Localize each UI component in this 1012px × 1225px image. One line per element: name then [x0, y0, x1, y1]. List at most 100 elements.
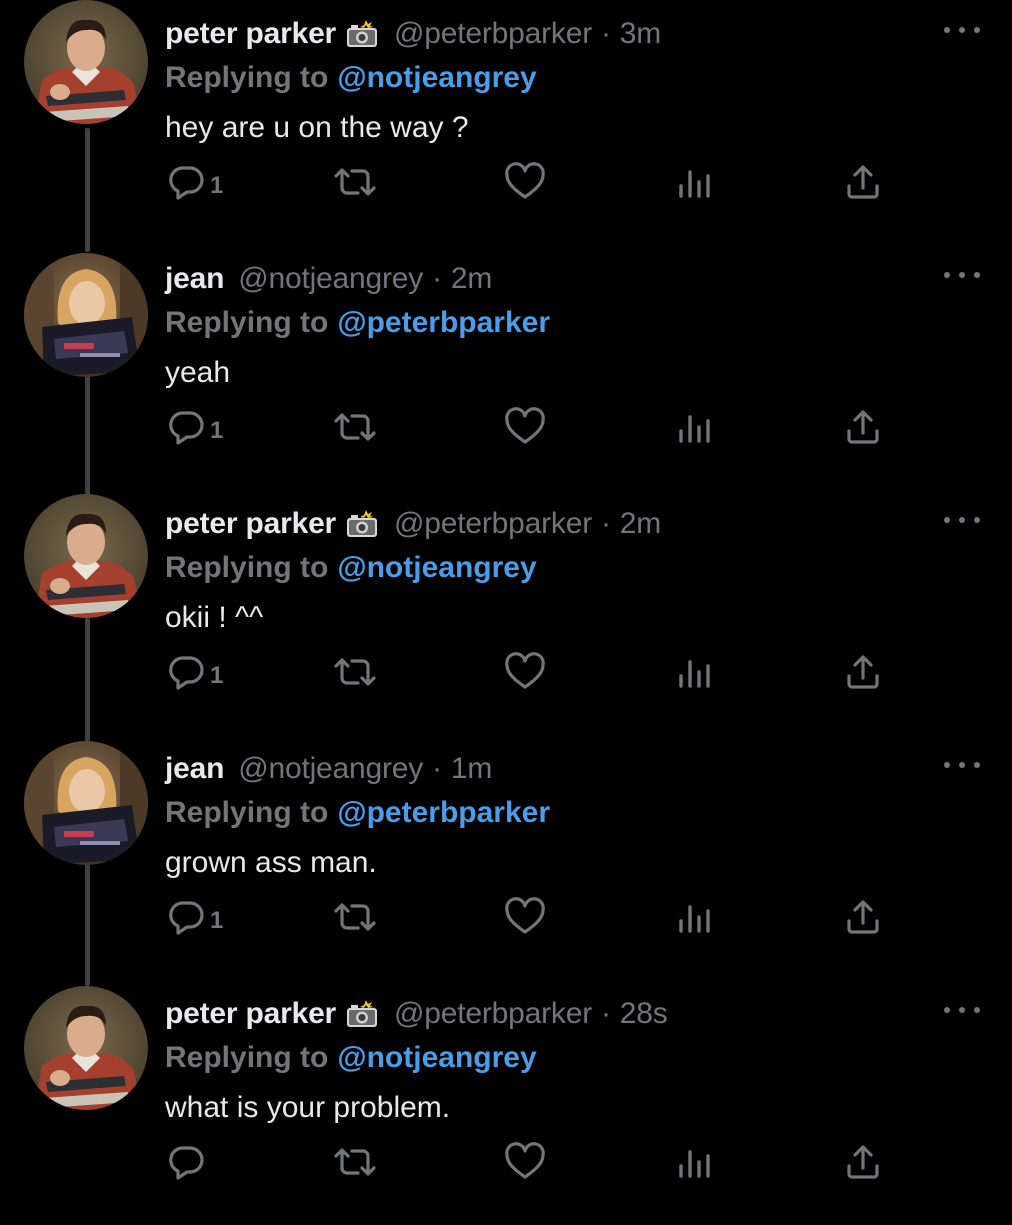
tweet-header: peter parker @peterbparker · 3m	[165, 12, 661, 56]
share-button[interactable]	[844, 895, 882, 939]
user-handle[interactable]: @peterbparker	[394, 997, 592, 1031]
reply-icon	[169, 411, 204, 445]
mention-link[interactable]: @notjeangrey	[337, 551, 536, 585]
retweet-button[interactable]	[332, 1140, 378, 1184]
tweet-text: okii ! ^^	[165, 601, 264, 634]
replying-label: Replying to	[165, 61, 329, 94]
replying-label: Replying to	[165, 551, 329, 584]
share-icon	[847, 410, 879, 444]
avatar[interactable]	[24, 986, 148, 1110]
avatar[interactable]	[24, 253, 148, 377]
timestamp[interactable]: 28s	[620, 997, 668, 1031]
avatar[interactable]	[24, 0, 148, 124]
more-icon[interactable]	[944, 1000, 980, 1020]
share-button[interactable]	[844, 1140, 882, 1184]
analytics-icon	[679, 660, 710, 688]
mention-link[interactable]: @notjeangrey	[337, 61, 536, 95]
reply-count: 1	[210, 907, 224, 934]
reply-button[interactable]: 1	[166, 650, 223, 694]
like-icon	[505, 407, 545, 444]
timestamp[interactable]: 2m	[451, 262, 492, 296]
reply-button[interactable]: 1	[166, 405, 223, 449]
timestamp[interactable]: 3m	[620, 17, 661, 51]
tweet[interactable]: peter parker @peterbparker · 28s Replyin…	[0, 980, 1012, 1225]
user-handle[interactable]: @notjeangrey	[238, 752, 423, 786]
avatar[interactable]	[24, 741, 148, 865]
more-icon[interactable]	[944, 755, 980, 775]
like-icon	[505, 1142, 545, 1179]
tweet-text: hey are u on the way ?	[165, 111, 469, 144]
tweet-text: grown ass man.	[165, 846, 377, 879]
display-name[interactable]: peter parker	[165, 507, 336, 541]
retweet-icon	[334, 903, 376, 931]
tweet-header: jean @notjeangrey · 1m	[165, 747, 492, 791]
reply-button[interactable]: 1	[166, 160, 223, 204]
share-button[interactable]	[844, 650, 882, 694]
share-icon	[847, 1145, 879, 1179]
display-name[interactable]: jean	[165, 262, 224, 296]
reply-button[interactable]: 1	[166, 895, 223, 939]
mention-link[interactable]: @notjeangrey	[337, 1041, 536, 1075]
camera-flash-icon	[344, 19, 380, 49]
tweet-header: jean @notjeangrey · 2m	[165, 257, 492, 301]
tweet-header: peter parker @peterbparker · 28s	[165, 992, 668, 1036]
display-name[interactable]: jean	[165, 752, 224, 786]
replying-label: Replying to	[165, 796, 329, 829]
retweet-button[interactable]	[332, 895, 378, 939]
retweet-icon	[334, 658, 376, 686]
analytics-button[interactable]	[677, 405, 713, 449]
more-icon[interactable]	[944, 265, 980, 285]
like-button[interactable]	[504, 160, 546, 204]
analytics-icon	[679, 1150, 710, 1178]
camera-flash-icon	[344, 509, 380, 539]
analytics-button[interactable]	[677, 160, 713, 204]
analytics-button[interactable]	[677, 1140, 713, 1184]
retweet-icon	[334, 168, 376, 196]
analytics-icon	[679, 905, 710, 933]
timestamp[interactable]: 1m	[451, 752, 492, 786]
more-icon[interactable]	[944, 510, 980, 530]
share-icon	[847, 900, 879, 934]
tweet-text: what is your problem.	[165, 1091, 451, 1124]
retweet-button[interactable]	[332, 650, 378, 694]
display-name[interactable]: peter parker	[165, 997, 336, 1031]
reply-button[interactable]	[166, 1140, 210, 1184]
replying-to: Replying to @peterbparker	[165, 303, 550, 343]
timestamp[interactable]: 2m	[620, 507, 661, 541]
share-button[interactable]	[844, 405, 882, 449]
replying-to: Replying to @peterbparker	[165, 793, 550, 833]
like-icon	[505, 162, 545, 199]
tweet[interactable]: peter parker @peterbparker · 2m Replying…	[0, 490, 1012, 735]
user-handle[interactable]: @peterbparker	[394, 507, 592, 541]
mention-link[interactable]: @peterbparker	[337, 796, 550, 830]
replying-to: Replying to @notjeangrey	[165, 548, 537, 588]
retweet-icon	[334, 1148, 376, 1176]
share-button[interactable]	[844, 160, 882, 204]
replying-to: Replying to @notjeangrey	[165, 58, 537, 98]
replying-to: Replying to @notjeangrey	[165, 1038, 537, 1078]
like-button[interactable]	[504, 650, 546, 694]
display-name[interactable]: peter parker	[165, 17, 336, 51]
user-handle[interactable]: @peterbparker	[394, 17, 592, 51]
like-button[interactable]	[504, 1140, 546, 1184]
tweet[interactable]: peter parker @peterbparker · 3m Replying…	[0, 0, 1012, 245]
avatar[interactable]	[24, 494, 148, 618]
separator-dot: ·	[432, 262, 442, 295]
like-button[interactable]	[504, 405, 546, 449]
analytics-button[interactable]	[677, 650, 713, 694]
analytics-button[interactable]	[677, 895, 713, 939]
like-icon	[505, 897, 545, 934]
reply-count: 1	[210, 172, 224, 199]
tweet[interactable]: jean @notjeangrey · 2m Replying to @pete…	[0, 245, 1012, 490]
reply-icon	[169, 901, 204, 935]
separator-dot: ·	[600, 17, 611, 50]
like-button[interactable]	[504, 895, 546, 939]
retweet-button[interactable]	[332, 160, 378, 204]
user-handle[interactable]: @notjeangrey	[238, 262, 423, 296]
mention-link[interactable]: @peterbparker	[337, 306, 550, 340]
tweet[interactable]: jean @notjeangrey · 1m Replying to @pete…	[0, 735, 1012, 980]
retweet-button[interactable]	[332, 405, 378, 449]
analytics-icon	[679, 415, 710, 443]
reply-count: 1	[210, 662, 224, 689]
more-icon[interactable]	[944, 20, 980, 40]
